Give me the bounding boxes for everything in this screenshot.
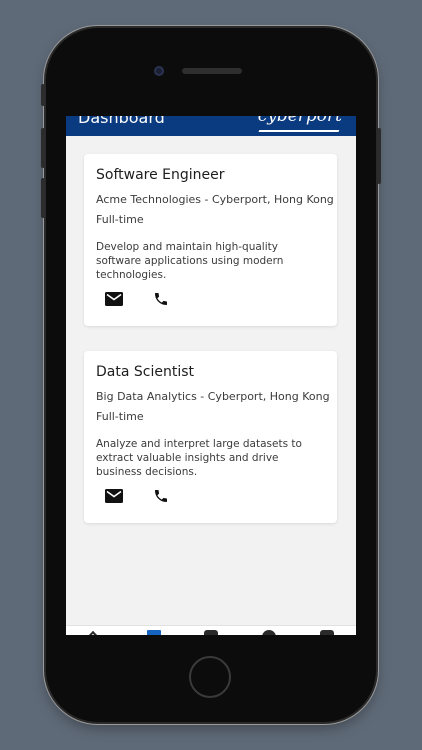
home-button[interactable] — [189, 656, 231, 698]
app-header: Dashboard cyberport — [66, 116, 356, 136]
silent-switch — [41, 84, 45, 106]
email-icon — [105, 292, 123, 306]
power-button — [377, 128, 381, 184]
earpiece-speaker — [182, 68, 242, 74]
email-button[interactable] — [101, 286, 127, 312]
job-employment-type: Full-time — [96, 213, 144, 226]
job-card[interactable]: Software Engineer Acme Technologies - Cy… — [84, 154, 337, 326]
phone-icon — [155, 293, 167, 305]
app-screen: Dashboard cyberport Software Engineer Ac… — [66, 116, 356, 635]
logo-swoosh — [258, 124, 342, 132]
job-card[interactable]: Data Scientist Big Data Analytics - Cybe… — [84, 351, 337, 523]
calendar-icon[interactable] — [204, 630, 218, 635]
page-title: Dashboard — [78, 116, 165, 127]
job-company-location: Big Data Analytics - Cyberport, Hong Kon… — [96, 390, 330, 403]
job-company-location: Acme Technologies - Cyberport, Hong Kong — [96, 193, 334, 206]
job-employment-type: Full-time — [96, 410, 144, 423]
phone-button[interactable] — [148, 286, 174, 312]
events-icon[interactable] — [320, 630, 334, 635]
job-title: Software Engineer — [96, 167, 225, 183]
job-title: Data Scientist — [96, 364, 194, 380]
email-button[interactable] — [101, 483, 127, 509]
phone-icon — [155, 490, 167, 502]
dashboard-icon[interactable] — [147, 630, 161, 635]
bottom-navigation — [66, 625, 356, 635]
profile-icon[interactable] — [262, 630, 276, 635]
job-description: Analyze and interpret large datasets to … — [96, 438, 302, 478]
job-description: Develop and maintain high-quality softwa… — [96, 241, 284, 281]
phone-button[interactable] — [148, 483, 174, 509]
volume-down-button — [41, 178, 45, 218]
volume-up-button — [41, 128, 45, 168]
email-icon — [105, 489, 123, 503]
home-icon[interactable] — [85, 630, 101, 635]
front-camera — [154, 66, 164, 76]
